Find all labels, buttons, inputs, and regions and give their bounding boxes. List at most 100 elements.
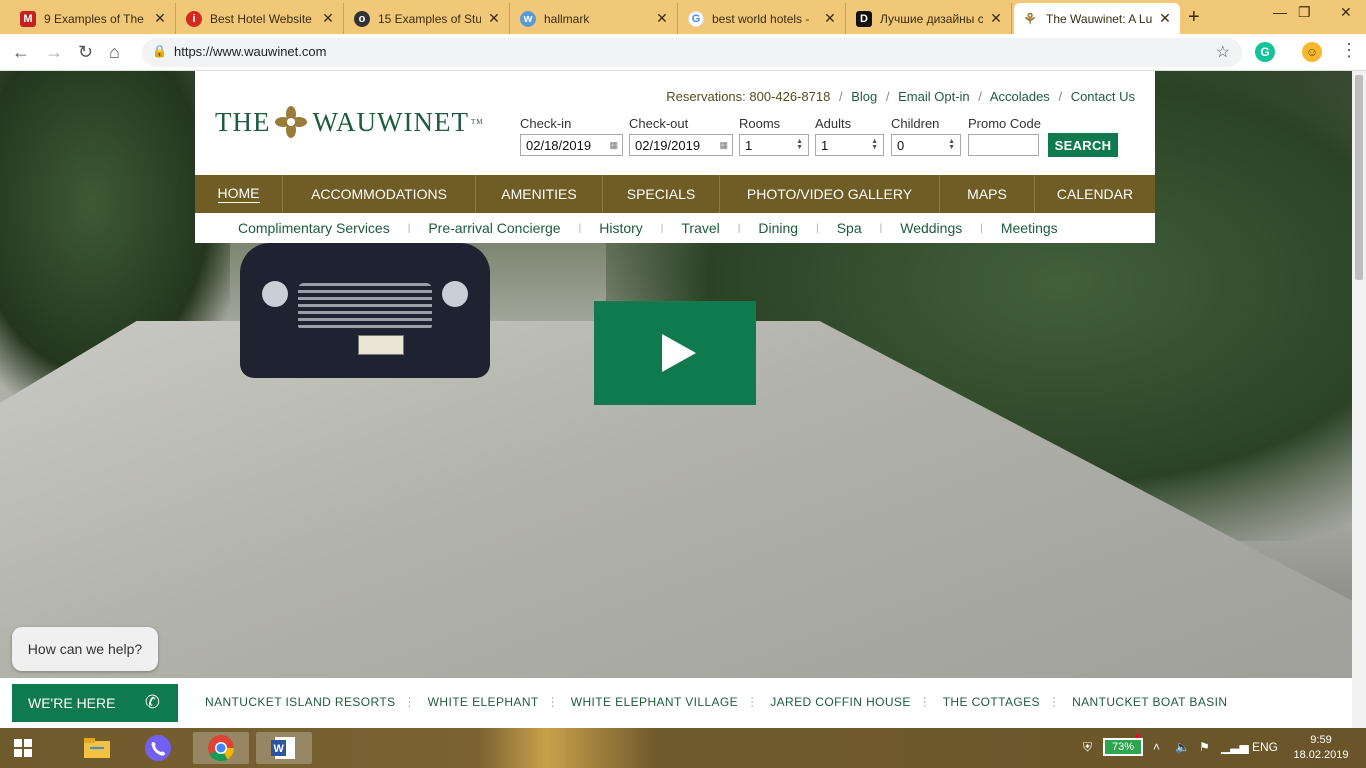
nav-item-amenities[interactable]: AMENITIES [476,175,603,213]
nav-item-specials[interactable]: SPECIALS [603,175,720,213]
clock-time: 9:59 [1310,734,1332,746]
browser-tab-active[interactable]: ⚘ The Wauwinet: A Lu ✕ [1014,3,1180,34]
close-icon[interactable]: ✕ [823,10,837,27]
chat-prompt-bubble[interactable]: How can we help? [12,627,158,671]
rooms-group: Rooms 1 ▲ ▼ [739,116,809,156]
flag-icon[interactable]: ⚑ [1199,740,1210,754]
rooms-stepper[interactable]: 1 ▲ ▼ [739,134,809,156]
subnav-complimentary-services[interactable]: Complimentary Services [238,220,390,236]
nav-label: CALENDAR [1056,186,1134,202]
volume-icon[interactable]: 🔈 [1175,740,1190,754]
subnav-pre-arrival-concierge[interactable]: Pre-arrival Concierge [428,220,560,236]
property-link[interactable]: WHITE ELEPHANT VILLAGE [571,695,738,709]
property-link[interactable]: NANTUCKET ISLAND RESORTS [205,695,396,709]
nav-item-accommodations[interactable]: ACCOMMODATIONS [283,175,476,213]
subnav-meetings[interactable]: Meetings [1001,220,1058,236]
clock-date: 18.02.2019 [1293,749,1349,761]
property-link[interactable]: THE COTTAGES [943,695,1040,709]
separator: | [660,222,664,234]
menu-dots-icon[interactable]: ⋮ [1340,40,1358,61]
calendar-icon[interactable]: ▦ [609,140,617,151]
separator: | [879,222,883,234]
browser-tab[interactable]: o 15 Examples of Stu ✕ [346,3,510,34]
close-icon[interactable]: ✕ [321,10,335,27]
browser-tab[interactable]: i Best Hotel Website ✕ [178,3,344,34]
close-icon[interactable]: ✕ [487,10,501,27]
checkin-field[interactable]: 02/18/2019 ▦ [520,134,623,156]
reload-icon[interactable]: ↻ [78,42,93,63]
back-icon[interactable]: ← [12,42,30,63]
nav-item-gallery[interactable]: PHOTO/VIDEO GALLERY [720,175,940,213]
browser-tab[interactable]: G best world hotels - ✕ [680,3,846,34]
nav-item-home[interactable]: HOME [195,175,283,213]
promo-code-input[interactable] [968,134,1039,156]
property-link[interactable]: NANTUCKET BOAT BASIN [1072,695,1227,709]
subnav-history[interactable]: History [599,220,643,236]
accolades-link[interactable]: Accolades [990,89,1050,104]
subnav-weddings[interactable]: Weddings [900,220,962,236]
play-video-button[interactable] [594,301,756,405]
word-icon[interactable]: W [256,732,312,764]
stepper-arrows-icon[interactable]: ▲ ▼ [871,138,878,151]
nav-item-maps[interactable]: MAPS [940,175,1035,213]
address-bar[interactable]: 🔒 https://www.wauwinet.com ☆ [142,38,1242,67]
browser-tab[interactable]: w hallmark ✕ [512,3,678,34]
forward-icon[interactable]: → [45,42,63,63]
chat-button[interactable]: WE'RE HERE ✆ [12,684,178,722]
blog-link[interactable]: Blog [851,89,877,104]
browser-tab[interactable]: D Лучшие дизайны с ✕ [848,3,1012,34]
children-value: 0 [897,137,905,153]
gmail-favicon-icon: M [20,10,36,27]
stepper-arrows-icon[interactable]: ▲ ▼ [948,138,955,151]
close-icon[interactable]: ✕ [153,10,167,27]
svg-text:W: W [274,743,285,755]
bookmark-star-icon[interactable]: ☆ [1216,42,1230,62]
subnav-travel[interactable]: Travel [681,220,719,236]
email-optin-link[interactable]: Email Opt-in [898,89,970,104]
checkout-field[interactable]: 02/19/2019 ▦ [629,134,733,156]
window-close-icon[interactable]: ✕ [1340,4,1352,21]
network-signal-icon[interactable]: ▁▃▅ [1221,740,1249,754]
lock-icon[interactable]: 🔒 [152,44,167,58]
rooms-value: 1 [745,137,753,153]
restore-icon[interactable]: ❐ [1298,4,1311,21]
calendar-icon[interactable]: ▦ [719,140,727,151]
show-hidden-icons-chevron-icon[interactable]: ˄ [1153,740,1160,754]
subnav-dining[interactable]: Dining [758,220,798,236]
page-scrollbar[interactable] [1352,71,1366,728]
home-icon[interactable]: ⌂ [109,42,120,63]
stepper-arrows-icon[interactable]: ▲ ▼ [796,138,803,151]
children-stepper[interactable]: 0 ▲ ▼ [891,134,961,156]
nav-item-calendar[interactable]: CALENDAR [1035,175,1155,213]
trademark: TM [470,118,484,126]
emoji-extension-icon[interactable]: ☺ [1302,42,1322,62]
search-button[interactable]: SEARCH [1048,133,1118,157]
chrome-icon[interactable] [193,732,249,764]
defender-shield-icon[interactable]: ⛨ [1083,740,1092,755]
grammarly-extension-icon[interactable]: G [1255,42,1275,62]
language-indicator[interactable]: ENG [1252,740,1278,754]
property-footer-bar: WE'RE HERE ✆ NANTUCKET ISLAND RESORTS ⋮ W… [0,678,1352,728]
nav-label: ACCOMMODATIONS [311,186,447,202]
browser-tab[interactable]: M 9 Examples of The E ✕ [12,3,176,34]
separator: | [407,222,411,234]
reservations-phone[interactable]: 800-426-8718 [749,89,830,104]
property-link[interactable]: JARED COFFIN HOUSE [770,695,911,709]
separator: | [816,222,819,234]
minimize-icon[interactable]: — [1273,4,1287,20]
property-link[interactable]: WHITE ELEPHANT [428,695,539,709]
scrollbar-thumb[interactable] [1355,75,1363,280]
close-icon[interactable]: ✕ [1158,10,1172,27]
subnav-spa[interactable]: Spa [837,220,862,236]
close-icon[interactable]: ✕ [989,10,1003,27]
wauwinet-logo[interactable]: THE WAUWINET TM [215,105,483,139]
windows-start-icon[interactable] [6,732,40,764]
close-icon[interactable]: ✕ [655,10,669,27]
viber-icon[interactable] [141,732,175,764]
new-tab-button[interactable]: + [1188,6,1200,29]
url-text[interactable]: https://www.wauwinet.com [174,44,326,59]
system-clock[interactable]: 9:59 18.02.2019 [1292,733,1350,763]
file-explorer-icon[interactable] [80,732,114,764]
adults-stepper[interactable]: 1 ▲ ▼ [815,134,884,156]
contact-us-link[interactable]: Contact Us [1071,89,1135,104]
